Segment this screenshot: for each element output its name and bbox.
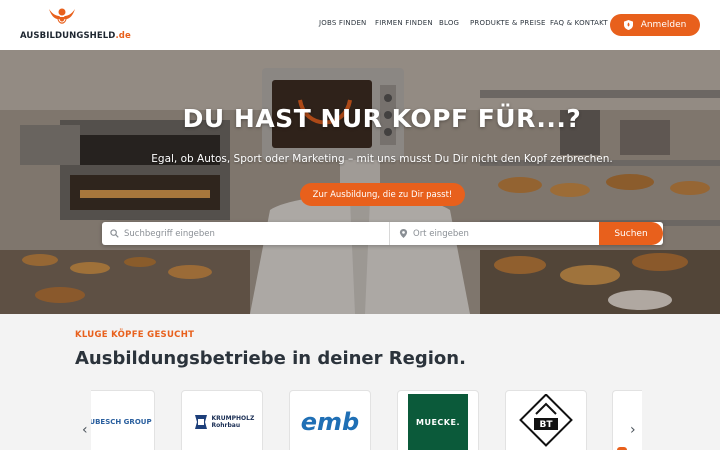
login-button[interactable]: Anmelden [610,14,700,36]
chevron-right-icon[interactable]: › [630,422,636,438]
nav-blog[interactable]: BLOG [439,19,459,27]
hero-banner: DU HAST NUR KOPF FÜR...? Egal, ob Autos,… [0,50,720,314]
company-logo-krumpholz: KRUMPHOLZ Rohrbau [193,413,255,431]
section-title: Ausbildungsbetriebe in deiner Region. [75,348,466,369]
search-bar: Suchbegriff eingeben Ort eingeben Suchen [102,222,663,245]
muecke-text: MUECKE. [416,417,460,427]
krumpholz-text: KRUMPHOLZ Rohrbau [211,414,255,429]
hero-title: DU HAST NUR KOPF FÜR...? [182,104,582,133]
company-logo-bt: BT [519,394,573,447]
login-label: Anmelden [640,20,687,30]
company-logo-ubesch: UBESCH GROUP [89,418,152,426]
shield-icon [623,20,633,30]
nav-produkte-preise[interactable]: PRODUKTE & PREISE [470,19,546,27]
carousel-fade-left [73,390,91,450]
location-placeholder: Ort eingeben [413,228,469,239]
logo-suffix: .de [115,31,131,41]
hero-overlay [0,50,720,314]
cta-button[interactable]: Zur Ausbildung, die zu Dir passt! [300,183,465,206]
site-logo[interactable]: AUSBILDUNGSHELD.de [20,6,131,44]
site-header: AUSBILDUNGSHELD.de JOBS FINDEN FIRMEN FI… [0,0,720,50]
logo-text: AUSBILDUNGSHELD.de [20,31,131,41]
company-card-krumpholz[interactable]: KRUMPHOLZ Rohrbau [181,390,263,450]
chevron-left-icon[interactable]: ‹ [82,422,88,438]
company-card-bt[interactable]: BT [505,390,587,450]
hero-subtitle: Egal, ob Autos, Sport oder Marketing – m… [151,153,613,165]
bt-text: BT [540,420,554,430]
company-card-muecke[interactable]: MUECKE. [397,390,479,450]
nav-faq-kontakt[interactable]: FAQ & KONTAKT [550,19,608,27]
search-input[interactable]: Suchbegriff eingeben [102,222,390,245]
location-input[interactable]: Ort eingeben [391,222,599,245]
location-pin-icon [399,229,408,238]
company-logo-muecke: MUECKE. [408,394,468,450]
search-placeholder: Suchbegriff eingeben [124,228,215,239]
search-button[interactable]: Suchen [599,222,663,245]
company-card-emb[interactable]: emb [289,390,371,450]
nav-jobs-finden[interactable]: JOBS FINDEN [319,19,367,27]
company-carousel: UBESCH GROUP KRUMPHOLZ Rohrbau emb MUECK… [0,390,720,450]
company-card-next[interactable] [612,390,642,450]
section-kicker: KLUGE KÖPFE GESUCHT [75,330,195,340]
search-icon [110,229,119,238]
logo-mark-icon [49,8,75,24]
krumpholz-mark-icon [194,415,207,429]
nav-firmen-finden[interactable]: FIRMEN FINDEN [375,19,433,27]
company-logo-emb: emb [300,408,360,436]
